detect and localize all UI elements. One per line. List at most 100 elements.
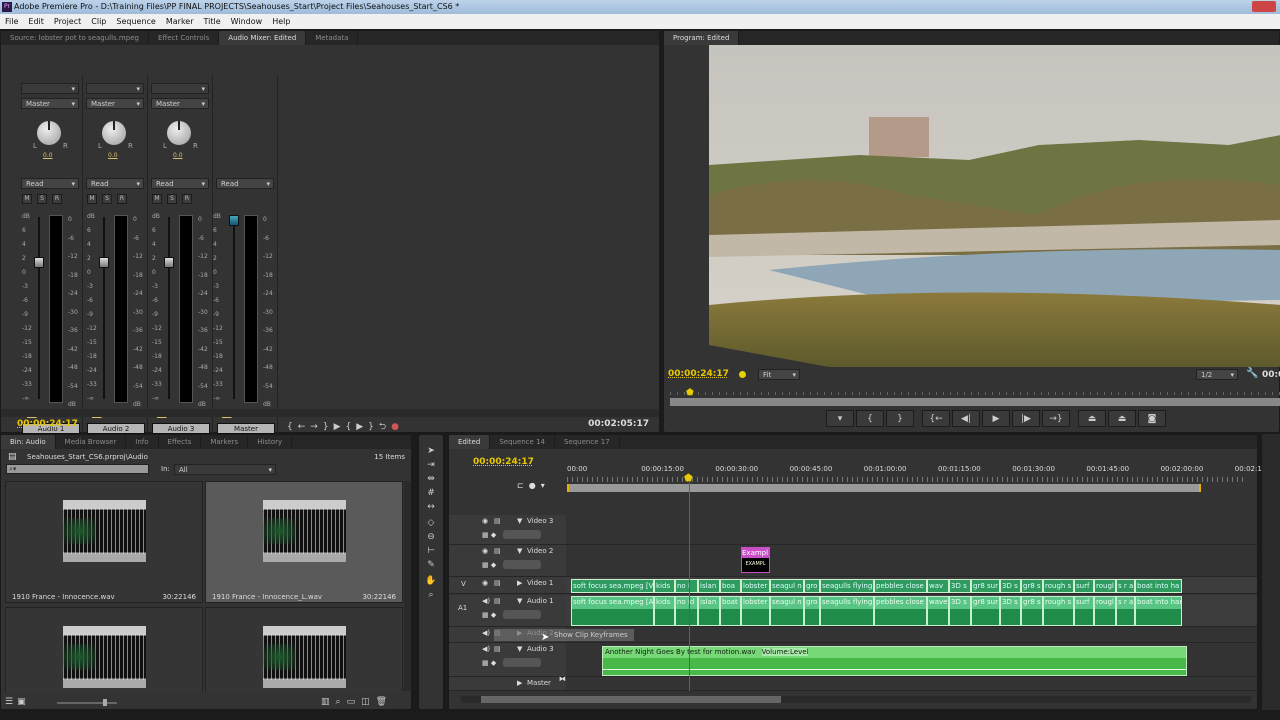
- ripple-edit-tool-icon[interactable]: ⇹: [424, 473, 438, 486]
- find-icon[interactable]: ⌕: [336, 697, 347, 707]
- tab-bin-audio[interactable]: Bin: Audio: [1, 435, 56, 449]
- channel-s-button[interactable]: S: [102, 194, 112, 204]
- video-clip[interactable]: no i: [675, 579, 698, 593]
- new-item-icon[interactable]: ◫: [361, 697, 376, 707]
- tab-audio-mixer[interactable]: Audio Mixer: Edited: [219, 31, 307, 45]
- video-clip[interactable]: gro: [804, 579, 820, 593]
- keyframe-display-icon[interactable]: ▦ ◆: [482, 659, 496, 667]
- program-time-ruler[interactable]: [670, 384, 1280, 395]
- tab-program[interactable]: Program: Edited: [664, 31, 740, 45]
- video-clip[interactable]: gr8 sur: [971, 579, 1000, 593]
- video-clip[interactable]: boa: [720, 579, 741, 593]
- channel-output-dropdown[interactable]: Master: [86, 98, 144, 109]
- thumbnail-size-slider[interactable]: [57, 699, 117, 706]
- video-clip[interactable]: kids: [654, 579, 675, 593]
- speaker-toggle-icon[interactable]: ◀): [482, 645, 490, 653]
- mark-out-button[interactable]: }: [886, 410, 914, 427]
- menu-edit[interactable]: Edit: [28, 14, 44, 29]
- video-clip[interactable]: s r a: [1116, 579, 1135, 593]
- automation-mode-dropdown[interactable]: Read: [86, 178, 144, 189]
- tab-sequence-edited[interactable]: Edited: [449, 435, 491, 449]
- window-close-button[interactable]: [1252, 1, 1276, 12]
- audio-clip[interactable]: boat into harl: [1135, 596, 1182, 626]
- play-button[interactable]: ▶: [982, 410, 1010, 427]
- bin-item[interactable]: [5, 607, 203, 691]
- track-keyframe-navigator[interactable]: [503, 530, 541, 539]
- go-to-in-button[interactable]: {←: [287, 422, 310, 432]
- tab-effect-controls[interactable]: Effect Controls: [149, 31, 220, 45]
- go-to-in-button[interactable]: {←: [922, 410, 950, 427]
- icon-view-icon[interactable]: ▣: [17, 697, 30, 707]
- mixer-scrollbar[interactable]: [1, 409, 659, 417]
- lock-toggle-icon[interactable]: ▤: [494, 645, 501, 653]
- menu-project[interactable]: Project: [54, 14, 81, 29]
- channel-effects-dropdown[interactable]: [151, 83, 209, 94]
- menu-sequence[interactable]: Sequence: [116, 14, 155, 29]
- slip-tool-icon[interactable]: ⊖: [424, 531, 438, 544]
- timeline-current-time[interactable]: 00:00:24:17: [473, 457, 534, 467]
- bin-item[interactable]: 1910 France - Innocence.wav 30:22146: [5, 481, 203, 603]
- pan-knob[interactable]: [167, 121, 191, 145]
- menu-window[interactable]: Window: [231, 14, 263, 29]
- track-expand-icon[interactable]: ▼: [517, 547, 522, 555]
- channel-output-dropdown[interactable]: Master: [151, 98, 209, 109]
- audio-clip[interactable]: 3D s: [949, 596, 971, 626]
- video-clip[interactable]: pebbles close: [874, 579, 927, 593]
- channel-r-button[interactable]: R: [182, 194, 192, 204]
- track-header-audio3[interactable]: ◀) ▤ ▼ Audio 3 ▦ ◆: [449, 643, 566, 676]
- keyframe-display-icon[interactable]: ▦ ◆: [482, 561, 496, 569]
- channel-m-button[interactable]: M: [22, 194, 32, 204]
- zoom-level-dropdown[interactable]: Fit: [758, 369, 800, 380]
- source-patch-a1[interactable]: A1: [458, 604, 467, 612]
- wrench-settings-icon[interactable]: 🔧: [1246, 368, 1258, 379]
- timeline-playhead[interactable]: ⬟: [684, 473, 693, 484]
- audio-clip[interactable]: seagul n: [770, 596, 804, 626]
- bin-search-input[interactable]: ⌕▾: [6, 464, 149, 474]
- rolling-edit-tool-icon[interactable]: #: [424, 487, 438, 500]
- track-header-video3[interactable]: ◉ ▤ ▼ Video 3 ▦ ◆: [449, 515, 566, 544]
- audio-clip[interactable]: wave: [927, 596, 949, 626]
- video-clip[interactable]: rougl: [1094, 579, 1116, 593]
- new-bin-icon[interactable]: ▭: [347, 697, 362, 707]
- channel-effects-dropdown[interactable]: [86, 83, 144, 94]
- in-filter-dropdown[interactable]: All: [174, 464, 276, 475]
- lock-toggle-icon[interactable]: ▤: [494, 579, 501, 587]
- marker-icon[interactable]: ▾: [541, 481, 550, 490]
- tab-sequence-sequence-14[interactable]: Sequence 14: [490, 435, 555, 449]
- keyframe-display-icon[interactable]: ▦ ◆: [482, 611, 496, 619]
- timeline-horizontal-scrollbar[interactable]: [461, 696, 1251, 703]
- volume-fader[interactable]: [229, 215, 239, 226]
- tab-history[interactable]: History: [248, 435, 293, 449]
- video-clip[interactable]: 3D s: [1000, 579, 1021, 593]
- pan-value[interactable]: 0.0: [43, 152, 53, 159]
- tab-metadata[interactable]: Metadata: [306, 31, 359, 45]
- lock-toggle-icon[interactable]: ▤: [494, 597, 501, 605]
- go-to-out-button[interactable]: →}: [310, 422, 333, 432]
- tab-media-browser[interactable]: Media Browser: [56, 435, 127, 449]
- audio-clip[interactable]: kids: [654, 596, 675, 626]
- lock-toggle-icon[interactable]: ▤: [494, 517, 501, 525]
- speaker-toggle-icon[interactable]: ◀): [482, 597, 490, 605]
- eye-toggle-icon[interactable]: ◉: [482, 547, 488, 555]
- automation-mode-dropdown[interactable]: Read: [21, 178, 79, 189]
- program-zoom-scrollbar[interactable]: [670, 398, 1280, 406]
- music-clip-fx-dropdown[interactable]: Volume:Level: [761, 648, 809, 656]
- slide-tool-icon[interactable]: ⊢: [424, 545, 438, 558]
- video-clip[interactable]: gr8 s: [1021, 579, 1043, 593]
- play-in-to-out-button[interactable]: {▶}: [345, 422, 378, 432]
- track-expand-icon[interactable]: ▼: [517, 597, 522, 605]
- audio-clip[interactable]: lobster: [741, 596, 770, 626]
- channel-effects-dropdown[interactable]: [21, 83, 79, 94]
- track-header-audio1[interactable]: ◀) ▤ ▼ Audio 1 ▦ ◆ A1: [449, 595, 566, 626]
- track-keyframe-navigator[interactable]: [503, 560, 541, 569]
- volume-rubber-band[interactable]: [603, 669, 1186, 670]
- automation-mode-dropdown[interactable]: Read: [151, 178, 209, 189]
- audio-clip[interactable]: rough s: [1043, 596, 1074, 626]
- bin-item[interactable]: 1910 France - Innocence_L.wav 30:22146: [205, 481, 403, 603]
- eye-toggle-icon[interactable]: ◉: [482, 517, 488, 525]
- automate-to-sequence-icon[interactable]: ▥: [321, 697, 336, 707]
- mixer-current-time[interactable]: 00:00:24:17: [17, 419, 78, 429]
- tab-sequence-sequence-17[interactable]: Sequence 17: [555, 435, 620, 449]
- audio-clip[interactable]: soft focus sea.mpeg [A]: [571, 596, 654, 626]
- bin-item[interactable]: [205, 607, 403, 691]
